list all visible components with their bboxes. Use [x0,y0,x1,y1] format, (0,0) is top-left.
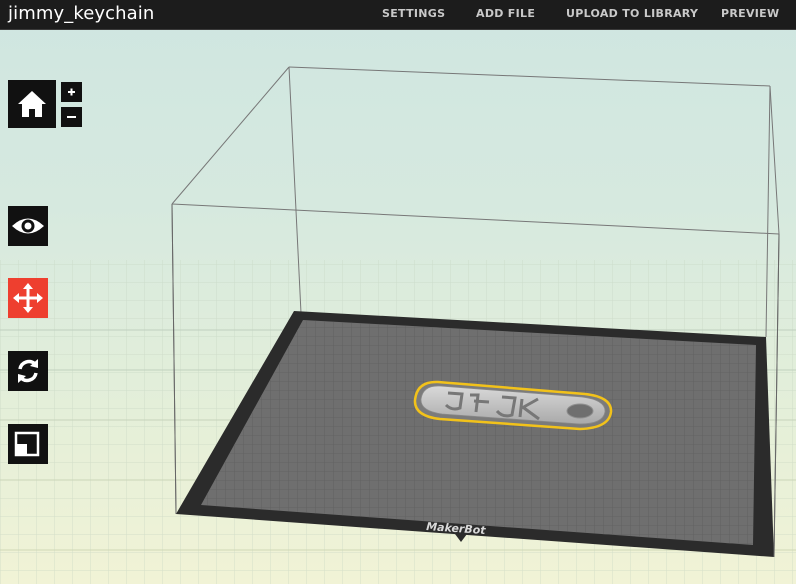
move-tool-button[interactable] [8,278,48,318]
eye-icon [12,218,44,234]
project-title: jimmy_keychain [8,3,155,24]
zoom-out-button[interactable] [61,107,82,127]
home-view-button[interactable] [8,80,56,128]
view-tool-button[interactable] [8,206,48,246]
upload-to-library-menu-button[interactable]: UPLOAD TO LIBRARY [566,7,698,21]
3d-viewport[interactable]: MakerBot [0,30,796,584]
top-bar: jimmy_keychain SETTINGS ADD FILE UPLOAD … [0,0,796,30]
minus-icon [67,116,76,118]
makerbot-desktop-window: jimmy_keychain SETTINGS ADD FILE UPLOAD … [0,0,796,584]
move-arrows-icon [13,283,43,313]
add-file-menu-button[interactable]: ADD FILE [476,7,535,21]
viewport-canvas[interactable]: MakerBot [0,30,796,584]
home-icon [18,91,46,117]
settings-menu-button[interactable]: SETTINGS [382,7,445,21]
scale-icon [14,431,40,457]
rotate-icon [18,359,38,383]
preview-menu-button[interactable]: PREVIEW [721,7,779,21]
zoom-in-button[interactable] [61,82,82,102]
rotate-tool-button[interactable] [8,351,48,391]
plus-icon [68,88,75,96]
scale-tool-button[interactable] [8,424,48,464]
